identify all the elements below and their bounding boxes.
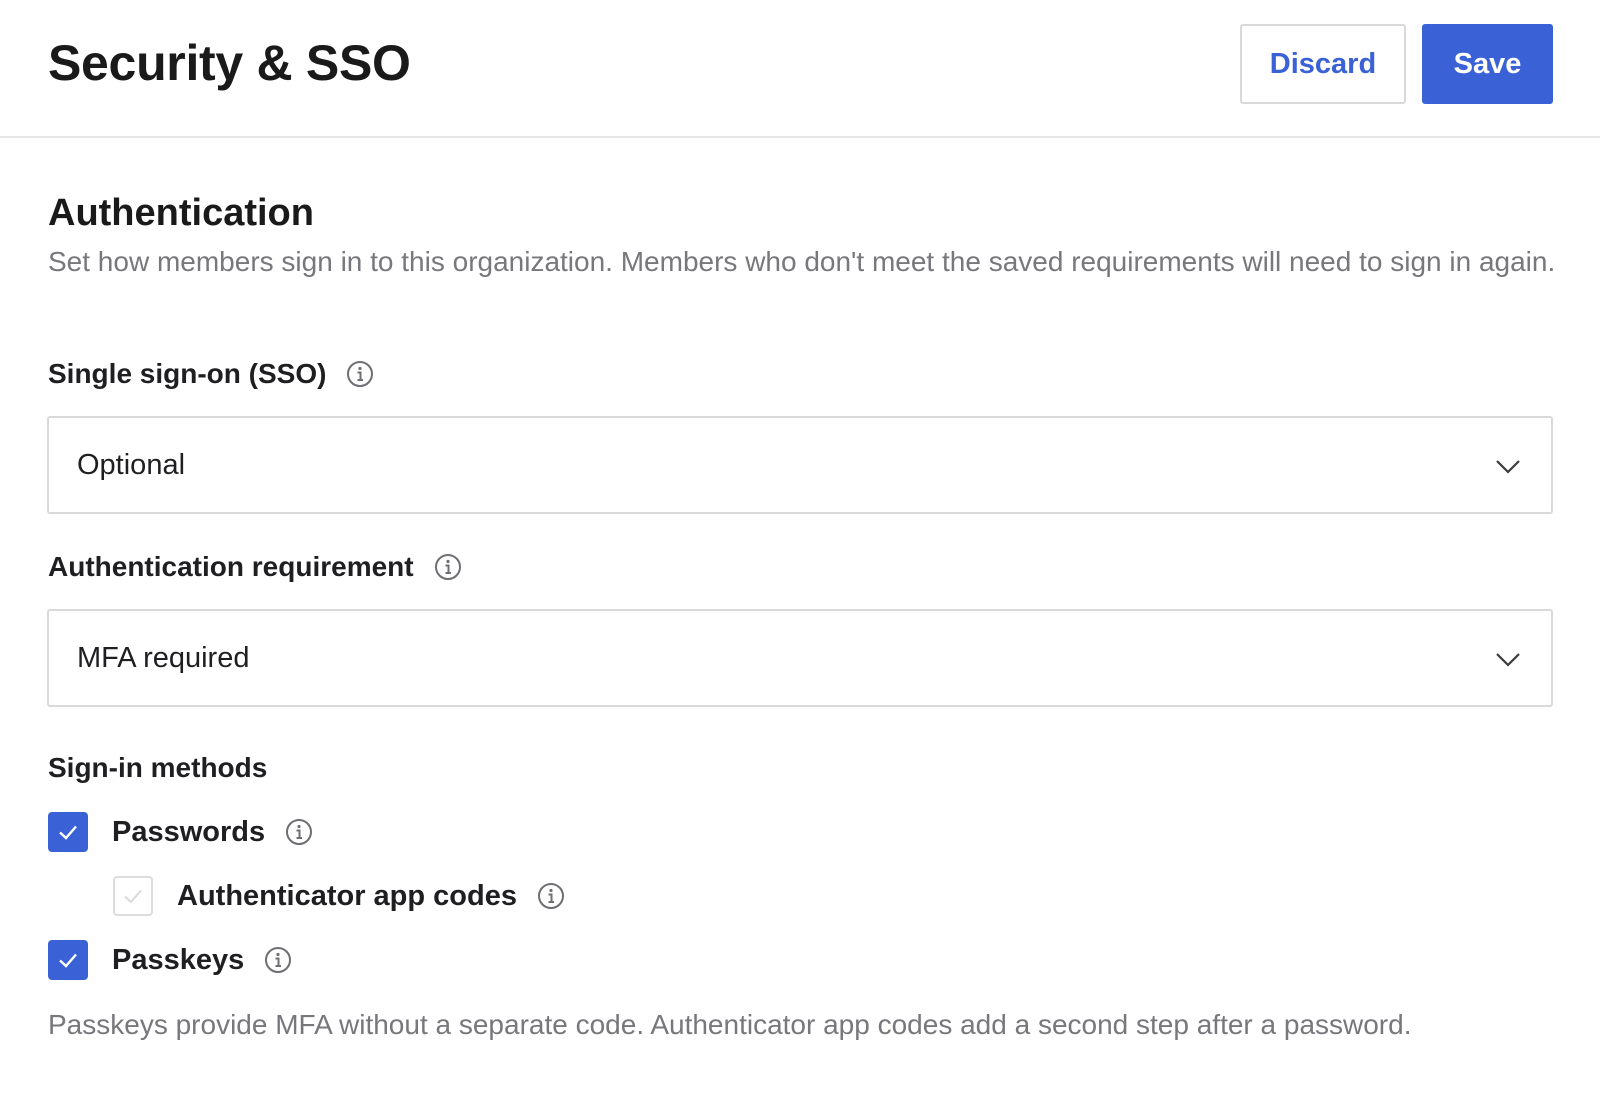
page-title: Security & SSO (48, 35, 411, 91)
sso-label-text: Single sign-on (SSO) (48, 358, 327, 389)
auth-requirement-select-value: MFA required (77, 641, 250, 674)
passwords-checkbox[interactable] (48, 812, 88, 852)
authenticator-app-codes-checkbox[interactable] (113, 876, 153, 916)
save-button[interactable]: Save (1422, 24, 1553, 104)
auth-requirement-field-label: Authentication requirement (48, 547, 462, 587)
discard-button[interactable]: Discard (1240, 24, 1406, 104)
sign-in-methods-footnote: Passkeys provide MFA without a separate … (48, 1009, 1412, 1040)
checkmark-icon (59, 953, 77, 968)
checkmark-icon (59, 825, 77, 840)
info-icon[interactable] (434, 553, 462, 581)
page-header: Security & SSO Discard Save (0, 0, 1600, 138)
info-icon[interactable] (537, 882, 565, 910)
info-icon[interactable] (285, 818, 313, 846)
passwords-label: Passwords (112, 815, 266, 848)
sign-in-methods-title: Sign-in methods (48, 752, 268, 783)
sso-select[interactable]: Optional (47, 416, 1553, 514)
section-title: Authentication (48, 192, 314, 234)
chevron-down-icon (1496, 653, 1520, 667)
info-icon[interactable] (346, 360, 374, 388)
checkmark-icon (124, 889, 142, 904)
passkeys-checkbox[interactable] (48, 940, 88, 980)
authenticator-app-codes-option: Authenticator app codes (113, 875, 565, 917)
chevron-down-icon (1496, 460, 1520, 474)
passkeys-label: Passkeys (112, 943, 245, 976)
sso-field-label: Single sign-on (SSO) (48, 354, 374, 394)
passkeys-option: Passkeys (48, 939, 292, 981)
sso-select-value: Optional (77, 448, 186, 481)
auth-requirement-label-text: Authentication requirement (48, 551, 414, 582)
auth-requirement-select[interactable]: MFA required (47, 609, 1553, 707)
passwords-option: Passwords (48, 811, 313, 853)
info-icon[interactable] (264, 946, 292, 974)
authenticator-app-codes-label: Authenticator app codes (177, 879, 517, 912)
section-description: Set how members sign in to this organiza… (48, 246, 1556, 277)
